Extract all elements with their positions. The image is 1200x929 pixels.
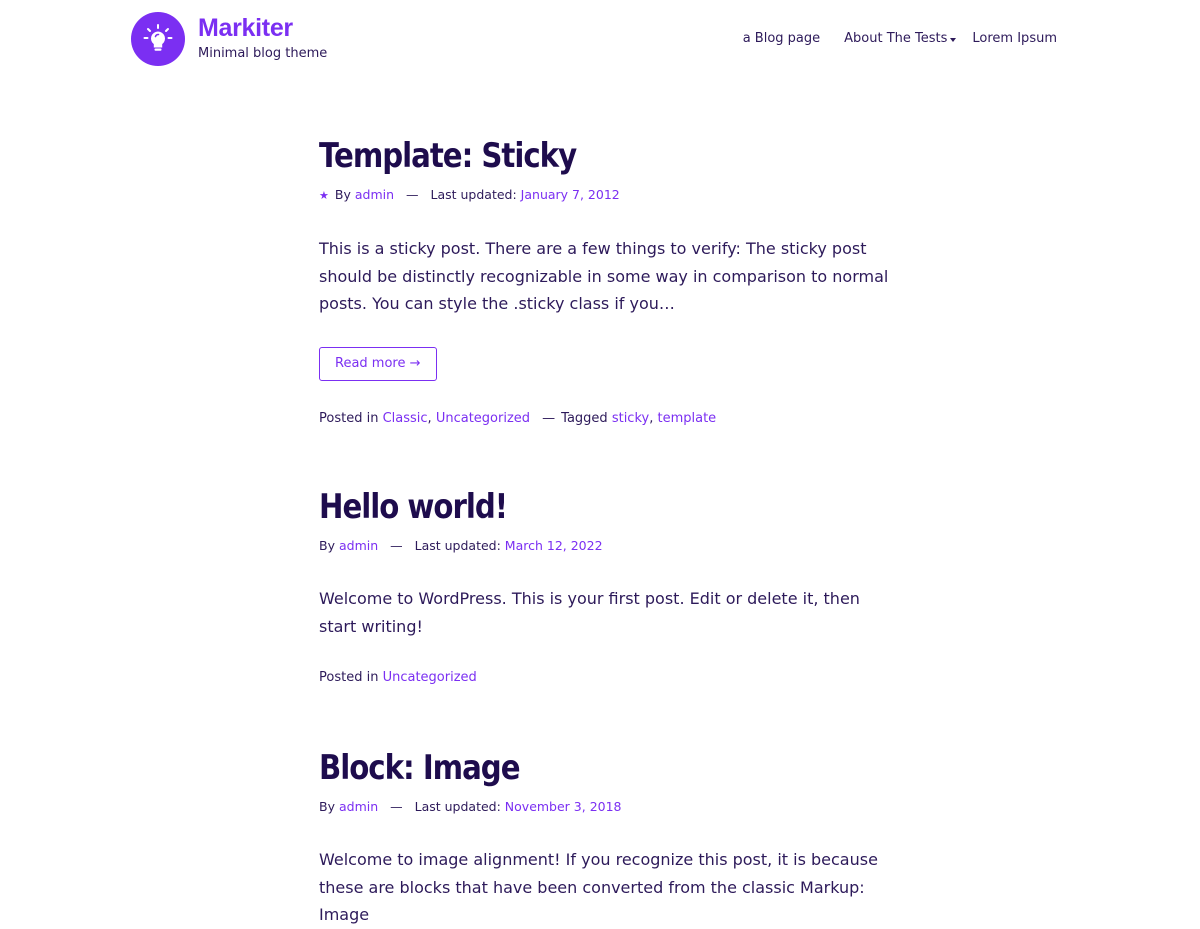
tag-link-template[interactable]: template bbox=[658, 411, 717, 426]
category-link-uncategorized[interactable]: Uncategorized bbox=[436, 411, 530, 426]
tagged-label: Tagged bbox=[561, 410, 608, 426]
primary-nav: a Blog page About The Tests Lorem Ipsum bbox=[743, 31, 1057, 47]
post-date-link[interactable]: January 7, 2012 bbox=[521, 187, 620, 202]
post-excerpt: Welcome to image alignment! If you recog… bbox=[319, 850, 878, 924]
post-meta: By admin — Last updated: November 3, 201… bbox=[319, 798, 899, 816]
meta-separator: — bbox=[542, 410, 556, 426]
posted-in-label: Posted in bbox=[319, 670, 379, 685]
site-tagline: Minimal blog theme bbox=[198, 46, 328, 61]
post-article: Hello world! By admin — Last updated: Ma… bbox=[319, 485, 899, 687]
post-date-link[interactable]: November 3, 2018 bbox=[505, 799, 622, 814]
nav-item-about-the-tests[interactable]: About The Tests bbox=[844, 31, 957, 47]
post-meta: ★ By admin — Last updated: January 7, 201… bbox=[319, 186, 899, 205]
by-label: By bbox=[319, 799, 335, 814]
post-excerpt: Welcome to WordPress. This is your first… bbox=[319, 589, 860, 636]
post-title-link[interactable]: Template: Sticky bbox=[319, 134, 818, 178]
post-title-link[interactable]: Block: Image bbox=[319, 746, 818, 790]
site-title[interactable]: Markiter bbox=[198, 14, 327, 42]
by-label: By bbox=[334, 187, 351, 202]
updated-label: Last updated: bbox=[414, 538, 501, 553]
post-article: Template: Sticky ★ By admin — Last update… bbox=[319, 134, 899, 428]
author-link[interactable]: admin bbox=[339, 799, 378, 814]
tag-link-sticky[interactable]: sticky bbox=[612, 411, 649, 426]
category-link-classic[interactable]: Classic bbox=[383, 411, 428, 426]
nav-item-label: a Blog page bbox=[742, 31, 821, 46]
post-taxonomy: Posted in Classic, Uncategorized — Tagged… bbox=[319, 410, 899, 428]
post-taxonomy: Posted in Uncategorized bbox=[319, 669, 899, 687]
lightbulb-icon bbox=[143, 24, 173, 51]
meta-separator: — bbox=[406, 187, 419, 202]
site-branding: Markiter Minimal blog theme bbox=[198, 14, 327, 62]
nav-item-label: Lorem Ipsum bbox=[972, 31, 1057, 46]
list-comma: , bbox=[649, 410, 654, 426]
post-date-link[interactable]: March 12, 2022 bbox=[505, 538, 603, 553]
read-more-button[interactable]: Read more → bbox=[319, 346, 437, 381]
by-label: By bbox=[319, 538, 335, 553]
chevron-down-icon bbox=[950, 37, 957, 42]
list-comma: , bbox=[427, 410, 432, 426]
posted-in-label: Posted in bbox=[319, 410, 379, 426]
nav-item-blog-page[interactable]: a Blog page bbox=[743, 31, 820, 47]
category-link-uncategorized[interactable]: Uncategorized bbox=[383, 670, 477, 685]
site-header: Markiter Minimal blog theme a Blog page … bbox=[0, 0, 1200, 90]
meta-separator: — bbox=[390, 538, 403, 553]
author-link[interactable]: admin bbox=[355, 187, 394, 202]
post-title-link[interactable]: Hello world! bbox=[319, 485, 818, 529]
updated-label: Last updated: bbox=[430, 187, 517, 202]
author-link[interactable]: admin bbox=[339, 538, 378, 553]
post-article: Block: Image By admin — Last updated: No… bbox=[319, 746, 899, 929]
post-excerpt: This is a sticky post. There are a few t… bbox=[319, 239, 889, 313]
post-meta: By admin — Last updated: March 12, 2022 bbox=[319, 537, 899, 555]
nav-item-label: About The Tests bbox=[844, 31, 948, 46]
meta-separator: — bbox=[390, 799, 403, 814]
star-icon: ★ bbox=[319, 189, 329, 202]
updated-label: Last updated: bbox=[414, 799, 501, 814]
nav-item-lorem-ipsum[interactable]: Lorem Ipsum bbox=[972, 31, 1057, 47]
site-logo[interactable] bbox=[131, 12, 185, 66]
